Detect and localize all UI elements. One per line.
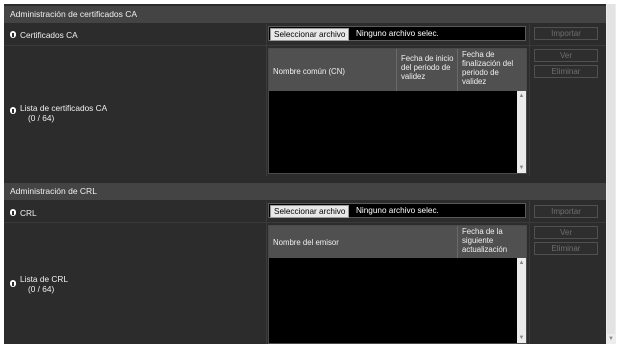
crl-delete-button[interactable]: Eliminar (534, 242, 598, 255)
column-header: Fecha de la siguiente actualización (462, 227, 508, 254)
column-header: Fecha de inicio del periodo de validez (397, 49, 458, 91)
screen: Administración de certificados CA Certif… (0, 0, 621, 347)
file-status-text: Ninguno archivo selec. (356, 29, 439, 38)
crl-label: CRL (20, 208, 37, 218)
ca-view-button[interactable]: Ver (534, 49, 598, 62)
row-divider (4, 222, 606, 223)
crl-view-button[interactable]: Ver (534, 226, 598, 239)
ca-delete-button[interactable]: Eliminar (534, 65, 598, 78)
info-icon (10, 107, 16, 114)
crl-file-picker[interactable]: Seleccionar archivo Ninguno archivo sele… (268, 203, 526, 218)
select-file-button[interactable]: Seleccionar archivo (270, 28, 350, 41)
select-file-button[interactable]: Seleccionar archivo (270, 205, 350, 218)
row-divider (4, 45, 606, 46)
crl-section-header: Administración de CRL (4, 183, 606, 200)
ca-import-button[interactable]: Importar (534, 27, 598, 40)
column-header: Nombre del emisor (269, 226, 458, 258)
crl-import-button[interactable]: Importar (534, 205, 598, 218)
scroll-down-arrow-icon[interactable]: ▼ (517, 334, 526, 342)
scroll-up-arrow-icon[interactable]: ▲ (517, 92, 526, 100)
ca-certs-label: Certificados CA (20, 30, 78, 40)
crl-list-label: Lista de CRL (20, 274, 68, 284)
info-icon (10, 209, 16, 216)
table-scrollbar[interactable]: ▲ ▼ (517, 258, 526, 343)
settings-panel: Administración de certificados CA Certif… (4, 4, 606, 344)
column-divider (266, 24, 267, 176)
file-status-text: Ninguno archivo selec. (356, 206, 439, 215)
ca-file-picker[interactable]: Seleccionar archivo Ninguno archivo sele… (268, 26, 526, 41)
crl-list-count: (0 / 64) (28, 284, 55, 294)
ca-list-label: Lista de certificados CA (20, 103, 108, 113)
column-header: Fecha de finalización del periodo de val… (462, 50, 514, 86)
column-header: Nombre común (CN) (269, 49, 397, 91)
ca-certificates-table[interactable]: Nombre común (CN) Fecha de inicio del pe… (268, 48, 527, 174)
scroll-down-arrow-icon[interactable]: ▼ (607, 335, 615, 343)
ca-list-count: (0 / 64) (28, 113, 55, 123)
scrollbar-thumb[interactable] (607, 4, 615, 334)
info-icon (10, 31, 16, 38)
table-header: Nombre del emisor Fecha de la siguiente … (269, 226, 526, 258)
table-header: Nombre común (CN) Fecha de inicio del pe… (269, 49, 526, 91)
column-divider (529, 24, 530, 176)
ca-section-header: Administración de certificados CA (4, 6, 606, 23)
table-scrollbar[interactable]: ▲ ▼ (517, 91, 526, 173)
page-scrollbar[interactable]: ▼ (606, 4, 616, 344)
scroll-up-arrow-icon[interactable]: ▲ (517, 259, 526, 267)
scroll-down-arrow-icon[interactable]: ▼ (517, 164, 526, 172)
info-icon (10, 280, 16, 287)
crl-table[interactable]: Nombre del emisor Fecha de la siguiente … (268, 225, 527, 344)
